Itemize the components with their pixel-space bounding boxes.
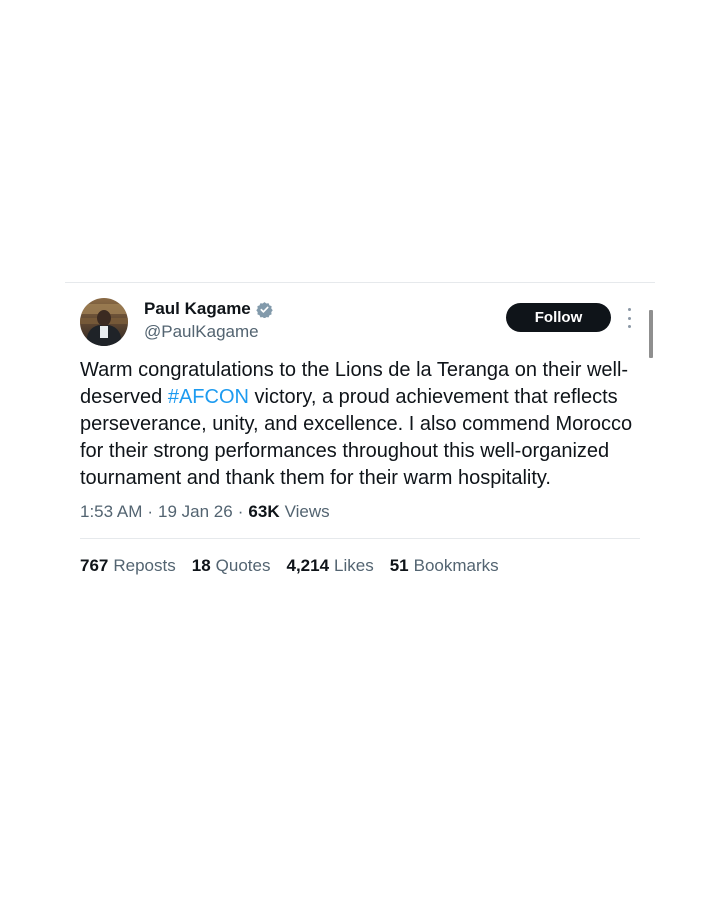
stat-count: 4,214 xyxy=(286,556,330,575)
name-row: Paul Kagame xyxy=(144,299,273,319)
stat-quotes[interactable]: 18 Quotes xyxy=(192,556,271,576)
stat-label: Reposts xyxy=(113,556,176,575)
top-divider xyxy=(65,282,655,283)
stat-reposts[interactable]: 767 Reposts xyxy=(80,556,176,576)
stat-likes[interactable]: 4,214 Likes xyxy=(286,556,373,576)
scrollbar[interactable] xyxy=(649,310,653,358)
avatar-shirt xyxy=(100,326,108,338)
stat-label: Bookmarks xyxy=(413,556,499,575)
views-count[interactable]: 63K xyxy=(248,502,279,522)
stat-label: Quotes xyxy=(215,556,271,575)
meta-separator: · xyxy=(237,502,244,521)
stat-count: 18 xyxy=(191,556,211,575)
follow-button[interactable]: Follow xyxy=(506,303,611,332)
tweet-header: Paul Kagame @PaulKagame Follow xyxy=(80,296,653,358)
avatar-head xyxy=(97,310,111,326)
tweet-date[interactable]: 19 Jan 26 xyxy=(158,502,233,522)
more-options-icon[interactable] xyxy=(624,308,634,328)
dot xyxy=(627,308,631,311)
stat-count: 767 xyxy=(80,556,109,575)
tweet-text: Warm congratulations to the Lions de la … xyxy=(80,357,640,492)
tweet-time[interactable]: 1:53 AM xyxy=(80,502,142,522)
dot xyxy=(627,325,631,328)
avatar[interactable] xyxy=(80,298,128,346)
stat-label: Likes xyxy=(334,556,374,575)
stat-bookmarks[interactable]: 51 Bookmarks xyxy=(390,556,499,576)
dot xyxy=(627,316,631,320)
display-name[interactable]: Paul Kagame xyxy=(144,299,251,319)
engagement-stats: 767 Reposts 18 Quotes 4,214 Likes 51 Boo… xyxy=(80,556,640,576)
meta-separator: · xyxy=(147,502,154,521)
hashtag-link[interactable]: #AFCON xyxy=(168,386,249,408)
stats-divider xyxy=(80,538,640,539)
tweet-meta: 1:53 AM · 19 Jan 26 · 63K Views xyxy=(80,502,640,522)
stat-count: 51 xyxy=(389,556,409,575)
verified-badge-icon[interactable] xyxy=(256,301,273,318)
tweet: Paul Kagame @PaulKagame Follow Warm cong… xyxy=(80,296,653,576)
handle[interactable]: @PaulKagame xyxy=(144,322,259,342)
views-label[interactable]: Views xyxy=(285,502,330,522)
